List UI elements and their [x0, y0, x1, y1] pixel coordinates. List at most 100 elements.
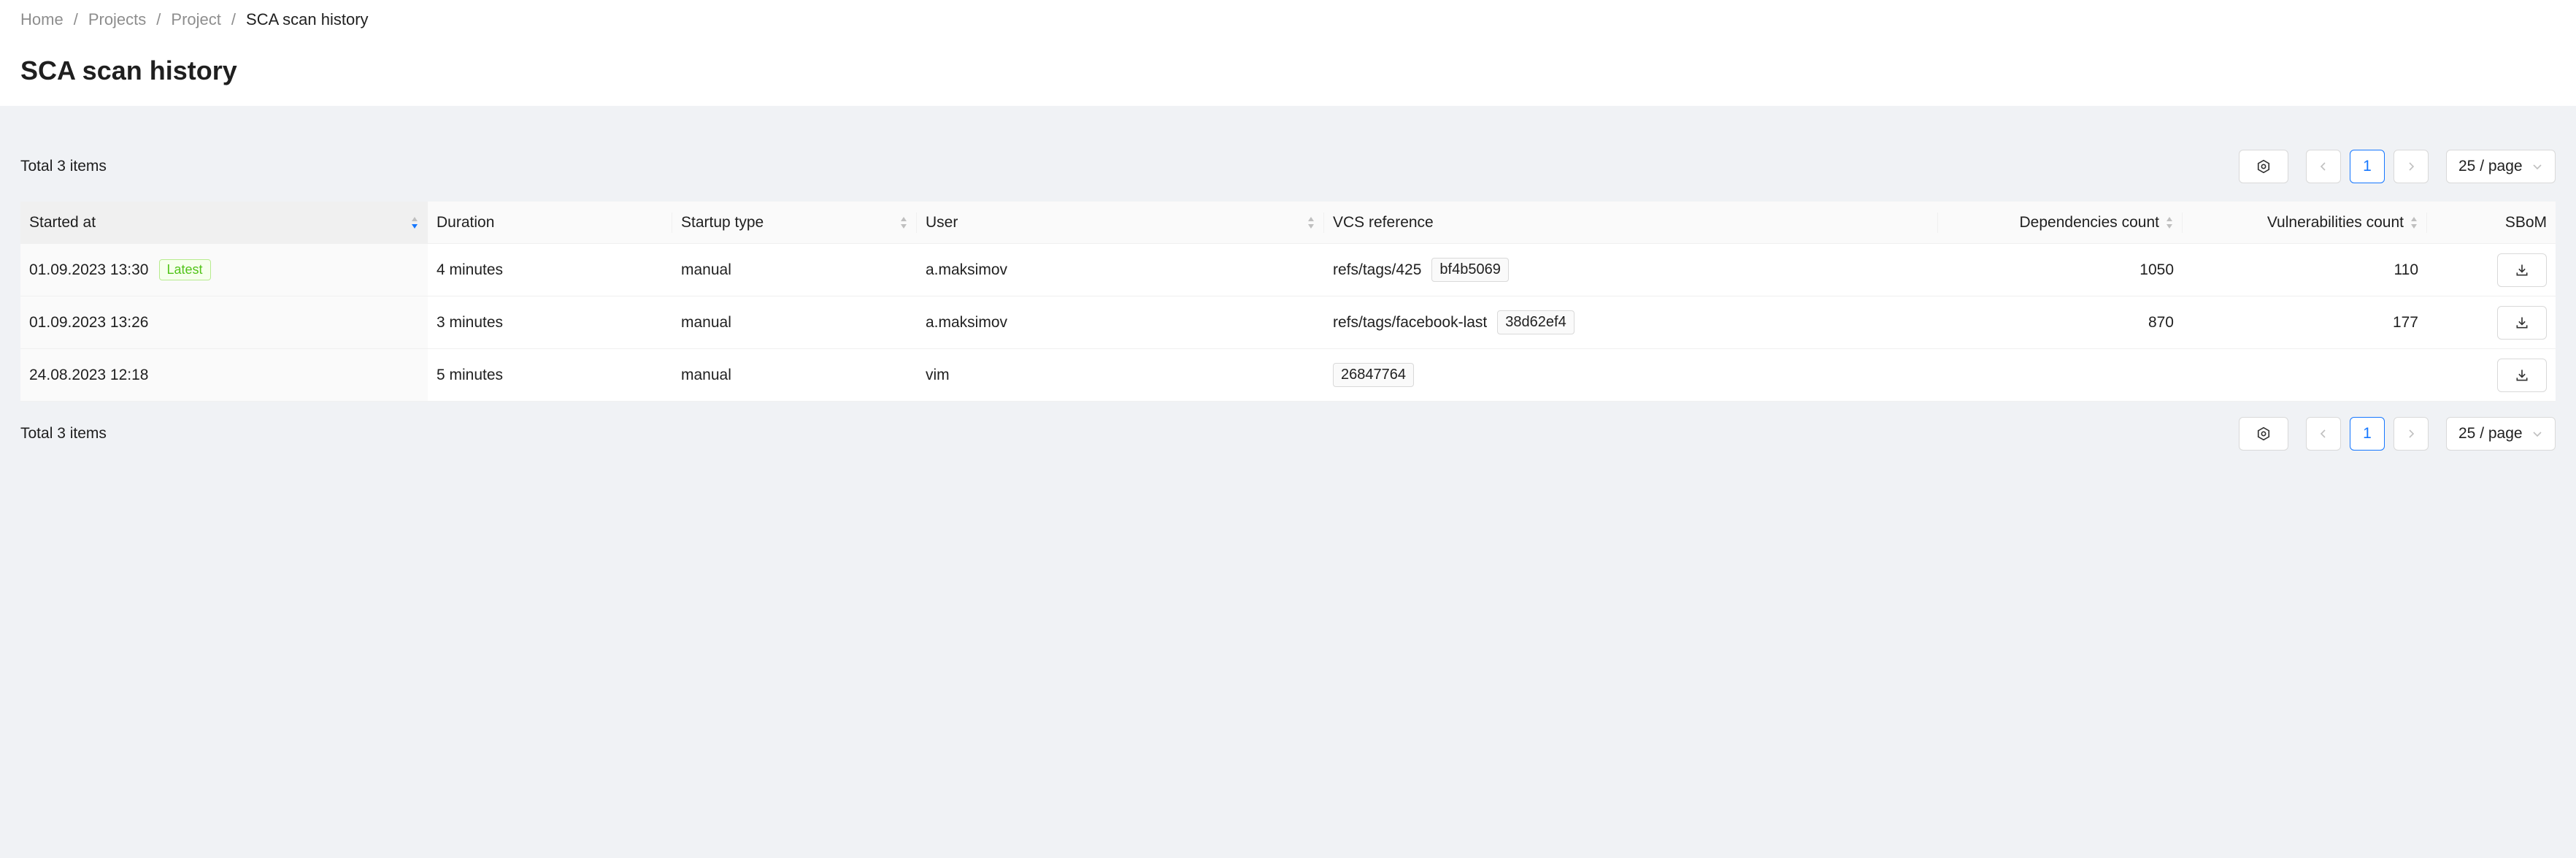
column-header-dependencies-count[interactable]: Dependencies count: [1938, 202, 2183, 244]
column-header-user[interactable]: User: [917, 202, 1324, 244]
breadcrumb-separator: /: [231, 10, 237, 28]
commit-hash-tag: 38d62ef4: [1497, 310, 1575, 334]
breadcrumb-projects[interactable]: Projects: [88, 10, 146, 29]
column-header-started-at[interactable]: Started at: [20, 202, 428, 244]
page-title: SCA scan history: [20, 55, 237, 85]
column-header-vulnerabilities-count[interactable]: Vulnerabilities count: [2183, 202, 2427, 244]
commit-hash-tag: 26847764: [1333, 363, 1414, 387]
page-size-select[interactable]: 25 / page: [2446, 150, 2556, 183]
breadcrumb-separator: /: [156, 10, 161, 28]
cell-user: a.maksimov: [917, 296, 1324, 349]
started-at-value: 01.09.2023 13:30: [29, 261, 149, 278]
pagination-controls: 1 25 / page: [2239, 417, 2556, 451]
column-header-vcs-reference: VCS reference: [1324, 202, 1938, 244]
cell-duration: 4 minutes: [428, 243, 672, 296]
table-row: 01.09.2023 13:26 3 minutes manual a.maks…: [20, 296, 2556, 349]
table-row: 01.09.2023 13:30 Latest 4 minutes manual…: [20, 243, 2556, 296]
page-number-button[interactable]: 1: [2350, 150, 2385, 183]
scan-history-table: Started at Duration Startup type User VC…: [20, 202, 2556, 402]
cell-duration: 5 minutes: [428, 348, 672, 402]
started-at-value: 24.08.2023 12:18: [29, 366, 149, 383]
column-header-sbom: SBoM: [2427, 202, 2556, 244]
cell-sbom: [2427, 348, 2556, 402]
cell-vcs-reference: refs/tags/facebook-last 38d62ef4: [1324, 296, 1938, 349]
prev-page-button[interactable]: [2306, 150, 2341, 183]
breadcrumb: Home / Projects / Project / SCA scan his…: [20, 9, 2556, 31]
cell-vcs-reference: refs/tags/425 bf4b5069: [1324, 243, 1938, 296]
chevron-down-icon: [2533, 432, 2542, 437]
table-toolbar-top: Total 3 items 1 25 / page: [20, 149, 2556, 184]
column-label: Vulnerabilities count: [2267, 213, 2404, 231]
sort-icon[interactable]: [2165, 215, 2174, 230]
chevron-right-icon: [2409, 429, 2415, 438]
total-items-label: Total 3 items: [20, 158, 107, 175]
breadcrumb-current: SCA scan history: [246, 10, 369, 28]
cell-duration: 3 minutes: [428, 296, 672, 349]
cell-vulnerabilities-count: [2183, 348, 2427, 402]
page-number-button[interactable]: 1: [2350, 417, 2385, 451]
breadcrumb-separator: /: [73, 10, 78, 28]
table-toolbar-bottom: Total 3 items 1 25 / page: [20, 416, 2556, 451]
sort-icon[interactable]: [1307, 215, 1315, 230]
sort-icon[interactable]: [899, 215, 908, 230]
cell-vulnerabilities-count: 110: [2183, 243, 2427, 296]
sort-icon[interactable]: [410, 215, 419, 230]
prev-page-button[interactable]: [2306, 417, 2341, 451]
sort-icon[interactable]: [2410, 215, 2418, 230]
started-at-value: 01.09.2023 13:26: [29, 313, 149, 331]
cell-started-at: 24.08.2023 12:18: [20, 348, 428, 402]
gear-icon: [2257, 426, 2270, 441]
column-label: Duration: [437, 213, 495, 231]
column-settings-button[interactable]: [2239, 417, 2288, 451]
cell-started-at: 01.09.2023 13:26: [20, 296, 428, 349]
cell-vcs-reference: 26847764: [1324, 348, 1938, 402]
table-header-row: Started at Duration Startup type User VC…: [20, 202, 2556, 244]
table-row: 24.08.2023 12:18 5 minutes manual vim 26…: [20, 348, 2556, 402]
page-size-value: 25 / page: [2458, 425, 2523, 442]
cell-sbom: [2427, 296, 2556, 349]
download-sbom-button[interactable]: [2497, 358, 2547, 392]
download-icon: [2516, 317, 2528, 328]
gear-icon: [2257, 159, 2270, 174]
main-content: Total 3 items 1 25 / page Started at Dur…: [0, 149, 2576, 451]
download-sbom-button[interactable]: [2497, 305, 2547, 340]
cell-startup-type: manual: [672, 348, 917, 402]
cell-user: vim: [917, 348, 1324, 402]
total-items-label: Total 3 items: [20, 425, 107, 442]
cell-user: a.maksimov: [917, 243, 1324, 296]
column-label: SBoM: [2504, 213, 2547, 231]
cell-dependencies-count: [1938, 348, 2183, 402]
download-icon: [2516, 264, 2528, 275]
column-label: User: [926, 213, 958, 231]
cell-dependencies-count: 1050: [1938, 243, 2183, 296]
page-header: Home / Projects / Project / SCA scan his…: [0, 0, 2576, 106]
cell-startup-type: manual: [672, 243, 917, 296]
chevron-down-icon: [2533, 164, 2542, 170]
next-page-button[interactable]: [2394, 417, 2429, 451]
download-sbom-button[interactable]: [2497, 253, 2547, 287]
column-label: Dependencies count: [2019, 213, 2159, 231]
cell-sbom: [2427, 243, 2556, 296]
column-label: Started at: [29, 213, 96, 231]
chevron-left-icon: [2320, 429, 2326, 438]
column-header-startup-type[interactable]: Startup type: [672, 202, 917, 244]
next-page-button[interactable]: [2394, 150, 2429, 183]
page-size-select[interactable]: 25 / page: [2446, 417, 2556, 451]
cell-started-at: 01.09.2023 13:30 Latest: [20, 243, 428, 296]
page-size-value: 25 / page: [2458, 158, 2523, 175]
column-label: Startup type: [681, 213, 764, 231]
chevron-right-icon: [2409, 162, 2415, 171]
column-settings-button[interactable]: [2239, 150, 2288, 183]
breadcrumb-home[interactable]: Home: [20, 10, 64, 29]
latest-badge: Latest: [158, 259, 211, 280]
cell-dependencies-count: 870: [1938, 296, 2183, 349]
cell-vulnerabilities-count: 177: [2183, 296, 2427, 349]
vcs-ref-value: refs/tags/facebook-last: [1333, 313, 1488, 331]
pagination-controls: 1 25 / page: [2239, 150, 2556, 183]
breadcrumb-project[interactable]: Project: [171, 10, 220, 29]
chevron-left-icon: [2320, 162, 2326, 171]
vcs-ref-value: refs/tags/425: [1333, 261, 1422, 278]
download-icon: [2516, 369, 2528, 380]
column-header-duration: Duration: [428, 202, 672, 244]
column-label: VCS reference: [1333, 213, 1434, 231]
